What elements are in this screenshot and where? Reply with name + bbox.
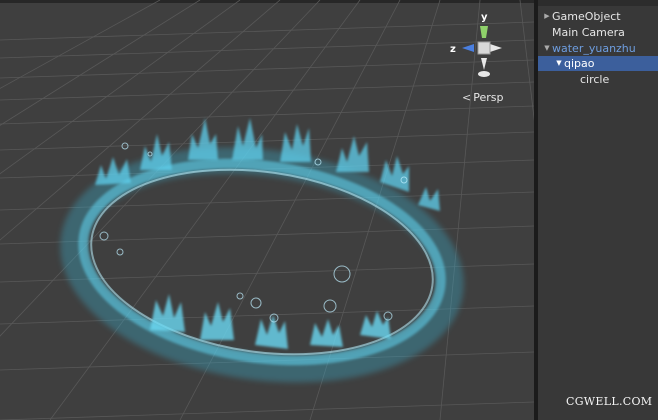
hierarchy-item-water-yuanzhu[interactable]: ▼ water_yuanzhu — [538, 41, 658, 56]
gizmo-y-label: y — [481, 12, 488, 23]
view-mode-label: Persp — [473, 91, 504, 104]
hierarchy-header — [538, 0, 658, 6]
orientation-gizmo[interactable]: y z — [448, 12, 518, 82]
hierarchy-item-label: GameObject — [552, 10, 621, 23]
triangle-right-icon[interactable]: ▶ — [542, 9, 552, 24]
hierarchy-item-label: qipao — [564, 57, 595, 70]
hierarchy-item-gameobject[interactable]: ▶ GameObject — [538, 9, 658, 24]
gizmo-z-label: z — [450, 44, 456, 55]
watermark: CGWELL.COM — [566, 395, 653, 408]
chevron-left-icon: < — [462, 91, 472, 104]
hierarchy-item-circle[interactable]: circle — [538, 72, 658, 87]
triangle-down-icon[interactable]: ▼ — [542, 41, 552, 56]
hierarchy-panel: ▶ GameObject Main Camera ▼ water_yuanzhu ▼… — [538, 0, 658, 420]
y-axis-cone — [480, 26, 488, 38]
water-ring-effect — [60, 118, 464, 383]
hierarchy-item-qipao[interactable]: ▼ qipao — [538, 56, 658, 71]
down-axis-cone — [481, 58, 487, 70]
hierarchy-item-label: circle — [580, 73, 610, 86]
hierarchy-item-label: water_yuanzhu — [552, 42, 636, 55]
x-axis-cone — [490, 44, 502, 52]
hierarchy-item-main-camera[interactable]: Main Camera — [538, 25, 658, 40]
perspective-toggle[interactable]: < Persp — [462, 92, 503, 104]
hierarchy-item-label: Main Camera — [552, 26, 625, 39]
unity-editor: y z < Persp ▶ GameObject Main Camera ▼ wate… — [0, 0, 658, 420]
gizmo-center-cube — [477, 41, 491, 55]
z-axis-cone — [462, 44, 474, 52]
scene-view[interactable]: y z < Persp — [0, 0, 534, 420]
triangle-down-icon[interactable]: ▼ — [554, 56, 564, 71]
